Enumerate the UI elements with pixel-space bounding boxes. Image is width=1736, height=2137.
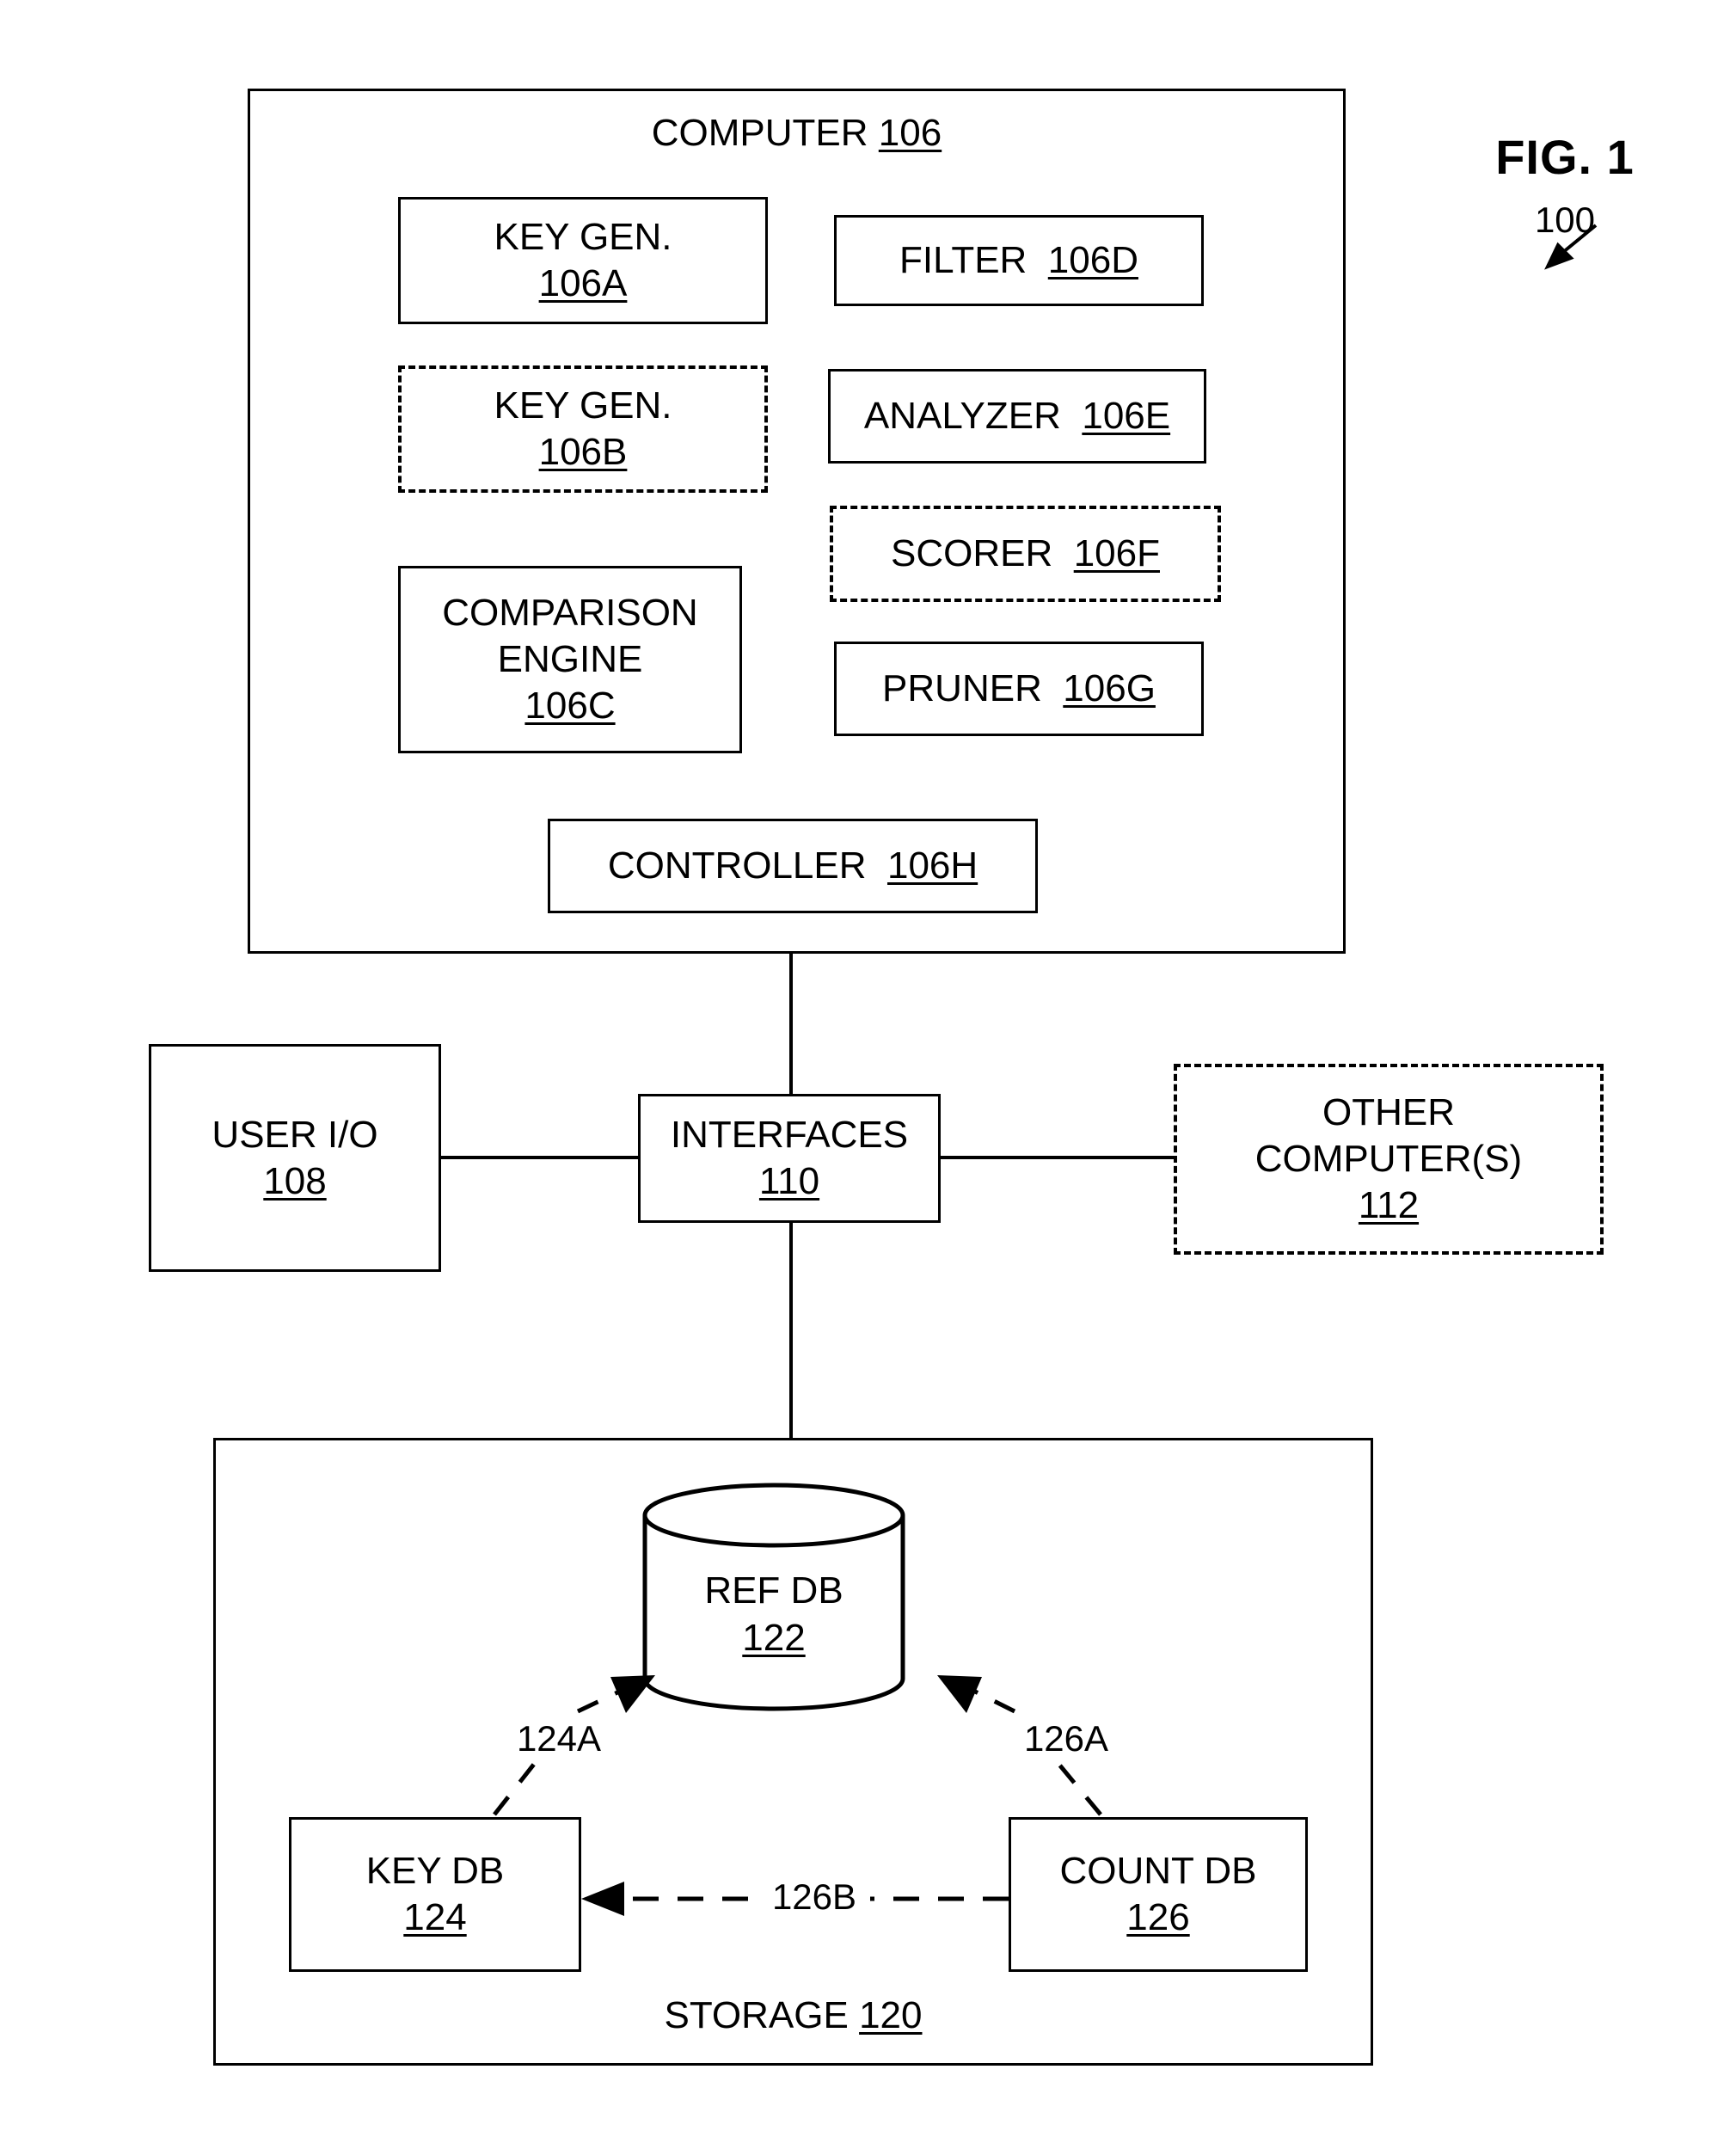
module-comparison-engine-label-line2: ENGINE [497, 638, 643, 681]
module-filter-ref: 106D [1047, 239, 1138, 282]
connector-interfaces-to-other-computers [940, 1156, 1175, 1159]
patent-figure-1: FIG. 1 100 COMPUTER 106 KEY GEN. 106A KE… [0, 0, 1736, 2137]
storage-title-text: STORAGE [664, 1994, 849, 2036]
module-key-gen-a[interactable]: KEY GEN. 106A [398, 197, 768, 324]
interfaces-label: INTERFACES [670, 1114, 909, 1157]
connector-interfaces-to-storage [789, 1222, 793, 1439]
module-pruner-label: PRUNER [882, 667, 1042, 710]
connector-user-io-to-interfaces [440, 1156, 640, 1159]
module-comparison-engine[interactable]: COMPARISON ENGINE 106C [398, 566, 742, 753]
connector-124a-label: 124A [482, 1718, 636, 1759]
module-scorer-label: SCORER [891, 532, 1053, 575]
module-key-gen-a-ref: 106A [538, 262, 628, 304]
other-computers-label-line2: COMPUTER(S) [1254, 1138, 1523, 1181]
module-key-gen-a-label: KEY GEN. [494, 216, 672, 259]
module-comparison-engine-label-line1: COMPARISON [442, 592, 698, 635]
ref-db-cylinder[interactable]: REF DB 122 [641, 1481, 907, 1713]
ref-db-label-block: REF DB 122 [641, 1567, 907, 1661]
key-db-label: KEY DB [365, 1850, 505, 1893]
module-filter[interactable]: FILTER 106D [834, 215, 1204, 306]
module-pruner[interactable]: PRUNER 106G [834, 642, 1204, 736]
key-db-box[interactable]: KEY DB 124 [289, 1817, 581, 1972]
figure-reference-numeral-text: 100 [1534, 200, 1596, 240]
user-io-ref: 108 [263, 1159, 327, 1202]
other-computers-box[interactable]: OTHER COMPUTER(S) 112 [1174, 1064, 1604, 1255]
figure-label: FIG. 1 [1453, 129, 1677, 185]
interfaces-ref: 110 [758, 1160, 820, 1202]
module-controller[interactable]: CONTROLLER 106H [548, 819, 1038, 913]
interfaces-box[interactable]: INTERFACES 110 [638, 1094, 941, 1223]
module-pruner-ref: 106G [1063, 667, 1156, 710]
module-filter-label: FILTER [899, 239, 1027, 282]
module-analyzer-ref: 106E [1082, 395, 1171, 438]
figure-reference-numeral: 100 [1453, 200, 1677, 241]
module-scorer-ref: 106F [1073, 532, 1160, 575]
module-controller-ref: 106H [886, 844, 978, 887]
module-controller-text: CONTROLLER 106H [608, 843, 978, 889]
module-analyzer-text: ANALYZER 106E [864, 393, 1170, 439]
other-computers-ref: 112 [1358, 1183, 1420, 1226]
computer-title: COMPUTER 106 [250, 112, 1343, 155]
module-pruner-text: PRUNER 106G [882, 666, 1156, 712]
storage-title-ref: 120 [859, 1994, 923, 2036]
module-scorer-text: SCORER 106F [891, 531, 1160, 577]
ref-db-label: REF DB [704, 1569, 843, 1612]
module-controller-label: CONTROLLER [607, 844, 867, 887]
count-db-ref: 126 [1126, 1896, 1190, 1938]
connector-126a-label: 126A [989, 1718, 1144, 1759]
count-db-label: COUNT DB [1059, 1850, 1257, 1893]
module-scorer[interactable]: SCORER 106F [830, 506, 1221, 602]
count-db-box[interactable]: COUNT DB 126 [1009, 1817, 1308, 1972]
other-computers-label-line1: OTHER [1322, 1091, 1455, 1134]
connector-124a-label-text: 124A [516, 1718, 602, 1759]
ref-db-ref: 122 [742, 1617, 806, 1659]
computer-title-ref: 106 [878, 112, 942, 154]
connector-126a-label-text: 126A [1023, 1718, 1109, 1759]
user-io-label: USER I/O [212, 1113, 378, 1156]
module-analyzer[interactable]: ANALYZER 106E [828, 369, 1206, 464]
module-key-gen-b-label: KEY GEN. [494, 384, 672, 427]
figure-label-text: FIG. 1 [1495, 130, 1635, 184]
connector-computer-to-interfaces [789, 954, 793, 1095]
storage-title: STORAGE 120 [216, 1994, 1371, 2037]
connector-126b-label: 126B [758, 1876, 870, 1918]
module-comparison-engine-ref: 106C [524, 684, 616, 727]
module-key-gen-b[interactable]: KEY GEN. 106B [398, 365, 768, 493]
key-db-ref: 124 [403, 1896, 467, 1938]
connector-126b-label-text: 126B [771, 1876, 857, 1917]
module-filter-text: FILTER 106D [899, 237, 1138, 284]
computer-title-text: COMPUTER [651, 112, 868, 154]
module-key-gen-b-ref: 106B [538, 431, 628, 473]
module-analyzer-label: ANALYZER [863, 395, 1061, 438]
user-io-box[interactable]: USER I/O 108 [149, 1044, 441, 1272]
